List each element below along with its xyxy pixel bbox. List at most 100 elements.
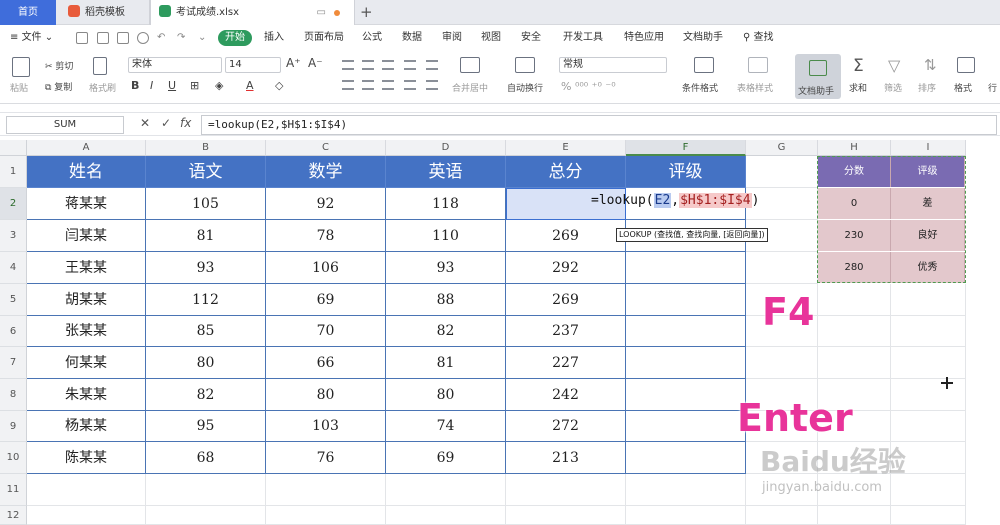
table-cell[interactable]: 张某某	[27, 316, 146, 347]
row-header-8[interactable]: 8	[0, 379, 27, 411]
lookup-cell[interactable]: 良好	[891, 220, 965, 251]
lookup-cell[interactable]: 280	[818, 252, 891, 283]
grid-cell[interactable]	[506, 474, 626, 506]
table-cell[interactable]: 105	[146, 188, 266, 220]
column-header-f[interactable]: F	[626, 140, 746, 156]
tab-doc-assistant[interactable]: 文档助手	[683, 25, 723, 51]
grid-cell[interactable]	[626, 474, 746, 506]
column-header-a[interactable]: A	[27, 140, 146, 156]
outdent-icon[interactable]	[426, 60, 438, 70]
table-header-cell[interactable]: 评级	[626, 156, 746, 188]
table-cell[interactable]: 蒋某某	[27, 188, 146, 220]
save-icon[interactable]	[76, 32, 88, 44]
table-cell[interactable]: 80	[146, 347, 266, 379]
row-header-4[interactable]: 4	[0, 252, 27, 284]
italic-icon[interactable]: I	[150, 79, 153, 92]
sort-label[interactable]: 排序	[918, 81, 936, 94]
align-left-icon[interactable]	[342, 80, 354, 90]
sum-label[interactable]: 求和	[849, 81, 867, 94]
print-icon[interactable]	[117, 32, 129, 44]
tab-insert[interactable]: 插入	[264, 25, 284, 51]
undo-icon[interactable]: ↶	[157, 25, 165, 51]
grid-cell[interactable]	[891, 411, 966, 442]
table-cell[interactable]: 66	[266, 347, 386, 379]
table-cell[interactable]	[626, 284, 746, 316]
grid-cell[interactable]	[626, 506, 746, 525]
grid-cell[interactable]	[891, 316, 966, 347]
grid-cell[interactable]	[746, 347, 818, 379]
grid-cell[interactable]	[746, 156, 818, 188]
table-cell[interactable]: 85	[146, 316, 266, 347]
merge-center-label[interactable]: 合并居中	[452, 81, 488, 94]
name-box[interactable]: SUM	[6, 116, 124, 134]
align-middle-icon[interactable]	[362, 60, 374, 70]
column-header-i[interactable]: I	[891, 140, 966, 156]
row-header-9[interactable]: 9	[0, 411, 27, 442]
font-name-select[interactable]: 宋体	[128, 57, 222, 73]
tab-data[interactable]: 数据	[402, 25, 422, 51]
in-cell-editor[interactable]: =lookup(E2,$H$1:$I$4)	[591, 193, 759, 208]
table-cell[interactable]: 王某某	[27, 252, 146, 284]
tab-template[interactable]: 稻壳模板	[56, 0, 150, 25]
formula-input[interactable]: =lookup(E2,$H$1:$I$4)	[201, 115, 997, 135]
tab-formula[interactable]: 公式	[362, 25, 382, 51]
tab-security[interactable]: 安全	[521, 25, 541, 51]
column-header-e[interactable]: E	[506, 140, 626, 156]
grid-cell[interactable]	[746, 506, 818, 525]
grid-cell[interactable]	[146, 506, 266, 525]
table-cell[interactable]	[626, 252, 746, 284]
row-header-7[interactable]: 7	[0, 347, 27, 379]
font-grow-icon[interactable]: A⁺	[286, 56, 301, 70]
align-bottom-icon[interactable]	[382, 60, 394, 70]
bold-icon[interactable]: B	[131, 79, 139, 92]
grid-cell[interactable]	[386, 474, 506, 506]
table-cell[interactable]	[626, 379, 746, 411]
table-cell[interactable]: 78	[266, 220, 386, 252]
row-col-label[interactable]: 行	[988, 81, 997, 94]
row-header-3[interactable]: 3	[0, 220, 27, 252]
table-header-cell[interactable]: 总分	[506, 156, 626, 188]
lookup-cell[interactable]: 0	[818, 188, 891, 219]
table-cell[interactable]: 69	[266, 284, 386, 316]
lookup-header-cell[interactable]: 评级	[891, 156, 965, 187]
more-icon[interactable]: ⌄	[198, 25, 206, 51]
font-size-select[interactable]: 14	[225, 57, 281, 73]
lookup-cell[interactable]: 优秀	[891, 252, 965, 283]
table-cell[interactable]: 106	[266, 252, 386, 284]
confirm-icon[interactable]: ✓	[161, 116, 171, 130]
new-tab-button[interactable]: +	[360, 0, 373, 25]
lookup-cell[interactable]: 230	[818, 220, 891, 251]
table-cell[interactable]	[626, 316, 746, 347]
tab-page-layout[interactable]: 页面布局	[304, 25, 344, 51]
tab-file[interactable]: 考试成绩.xlsx ▭	[150, 0, 355, 25]
table-cell[interactable]: 81	[146, 220, 266, 252]
table-cell[interactable]: 朱某某	[27, 379, 146, 411]
grid-cell[interactable]	[891, 347, 966, 379]
row-header-11[interactable]: 11	[0, 474, 27, 506]
redo-icon[interactable]: ↷	[177, 25, 185, 51]
table-cell[interactable]: 237	[506, 316, 626, 347]
table-cell[interactable]: 269	[506, 220, 626, 252]
table-cell[interactable]: 88	[386, 284, 506, 316]
tab-developer[interactable]: 开发工具	[563, 25, 603, 51]
row-header-10[interactable]: 10	[0, 442, 27, 474]
table-cell[interactable]: 95	[146, 411, 266, 442]
table-style-icon[interactable]	[748, 57, 768, 73]
cancel-icon[interactable]: ✕	[140, 116, 150, 130]
table-cell[interactable]	[626, 411, 746, 442]
column-header-c[interactable]: C	[266, 140, 386, 156]
grid-cell[interactable]	[266, 506, 386, 525]
lookup-header-cell[interactable]: 分数	[818, 156, 891, 187]
table-cell[interactable]: 82	[386, 316, 506, 347]
table-cell[interactable]: 112	[146, 284, 266, 316]
table-cell[interactable]: 242	[506, 379, 626, 411]
table-cell[interactable]: 70	[266, 316, 386, 347]
underline-icon[interactable]: U	[168, 79, 176, 92]
filter-icon[interactable]: ▽	[888, 56, 900, 75]
grid-cell[interactable]	[746, 252, 818, 284]
table-cell[interactable]: 何某某	[27, 347, 146, 379]
table-cell[interactable]: 闫某某	[27, 220, 146, 252]
tab-home[interactable]: 首页	[0, 0, 56, 25]
table-cell[interactable]: 103	[266, 411, 386, 442]
table-cell[interactable]	[626, 347, 746, 379]
